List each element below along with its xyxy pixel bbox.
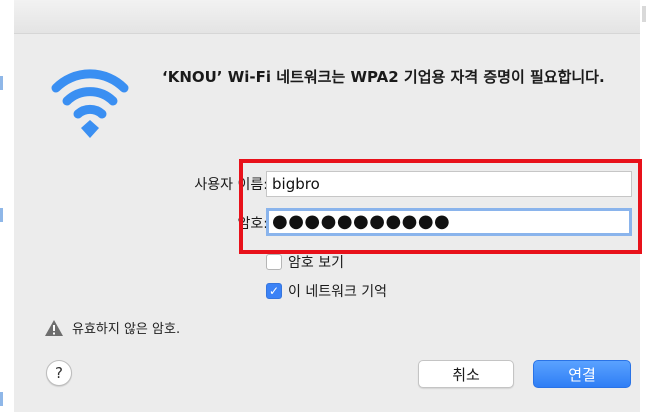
credentials-highlight-box <box>239 159 642 254</box>
show-password-option[interactable]: 암호 보기 <box>266 252 344 272</box>
dialog-titlebar <box>14 0 640 34</box>
connect-button[interactable]: 연결 <box>533 360 631 388</box>
dialog-message: ‘KNOU’ Wi-Fi 네트워크는 WPA2 기업용 자격 증명이 필요합니다… <box>162 68 605 86</box>
background-marker <box>642 6 646 22</box>
background-marker <box>0 392 3 406</box>
help-button[interactable]: ? <box>46 360 72 386</box>
warning-text: 유효하지 않은 암호. <box>72 322 181 337</box>
cancel-button[interactable]: 취소 <box>418 360 514 388</box>
show-password-label: 암호 보기 <box>288 255 344 271</box>
background-marker <box>0 76 3 90</box>
remember-network-option[interactable]: ✓ 이 네트워크 기억 <box>266 281 387 301</box>
checkmark-icon: ✓ <box>268 284 280 298</box>
background-window-edge <box>0 0 14 412</box>
warning-message: 유효하지 않은 암호. <box>44 318 180 337</box>
background-marker <box>0 208 3 222</box>
show-password-checkbox[interactable] <box>266 254 282 270</box>
remember-network-label: 이 네트워크 기억 <box>288 284 388 300</box>
wifi-icon <box>51 69 129 138</box>
remember-network-checkbox[interactable]: ✓ <box>266 283 282 299</box>
warning-icon <box>45 319 63 336</box>
